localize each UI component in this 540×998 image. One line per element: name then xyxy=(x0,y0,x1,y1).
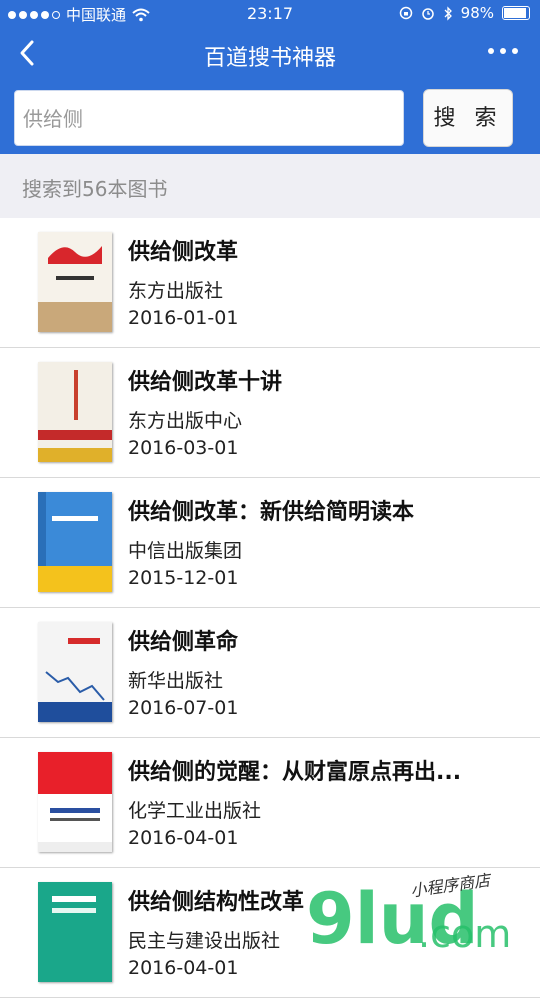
book-publisher: 新华出版社 xyxy=(128,670,224,692)
book-cover-image xyxy=(38,622,112,722)
book-cover-image xyxy=(38,882,112,982)
book-cover-image xyxy=(38,492,112,592)
book-publisher: 东方出版社 xyxy=(128,280,224,302)
book-date: 2016-07-01 xyxy=(128,697,239,719)
book-date: 2016-01-01 xyxy=(128,307,239,329)
book-title: 供给侧改革十讲 xyxy=(128,370,283,395)
book-date: 2016-04-01 xyxy=(128,957,239,979)
search-bar: 供给侧 搜 索 xyxy=(0,84,540,154)
orientation-lock-icon xyxy=(399,6,412,20)
book-title: 供给侧结构性改革 xyxy=(128,890,305,915)
result-count: 搜索到56本图书 xyxy=(22,177,168,201)
status-bar: 中国联通 23:17 98% xyxy=(0,0,540,28)
result-summary-bar: 搜索到56本图书 xyxy=(0,154,540,218)
search-input[interactable]: 供给侧 xyxy=(14,90,404,146)
book-publisher: 东方出版中心 xyxy=(128,410,243,432)
bluetooth-icon xyxy=(444,5,452,21)
book-title: 供给侧的觉醒：从财富原点再出... xyxy=(128,760,462,785)
list-item[interactable]: 供给侧改革 东方出版社 2016-01-01 xyxy=(0,218,540,348)
alarm-icon xyxy=(421,8,434,20)
book-date: 2016-03-01 xyxy=(128,437,239,459)
status-right: 98% xyxy=(399,4,530,22)
book-list: 供给侧改革 东方出版社 2016-01-01 供给侧改革十讲 东方出版中心 20… xyxy=(0,218,540,998)
list-item[interactable]: 供给侧革命 新华出版社 2016-07-01 xyxy=(0,608,540,738)
battery-icon xyxy=(502,6,530,20)
list-item[interactable]: 供给侧结构性改革 民主与建设出版社 2016-04-01 xyxy=(0,868,540,998)
book-publisher: 民主与建设出版社 xyxy=(128,930,281,952)
book-date: 2015-12-01 xyxy=(128,567,239,589)
book-date: 2016-04-01 xyxy=(128,827,239,849)
book-title: 供给侧改革：新供给简明读本 xyxy=(128,500,415,525)
list-item[interactable]: 供给侧改革：新供给简明读本 中信出版集团 2015-12-01 xyxy=(0,478,540,608)
book-cover-image xyxy=(38,752,112,852)
list-item[interactable]: 供给侧的觉醒：从财富原点再出... 化学工业出版社 2016-04-01 xyxy=(0,738,540,868)
search-button[interactable]: 搜 索 xyxy=(423,89,513,147)
book-publisher: 中信出版集团 xyxy=(128,540,243,562)
book-title: 供给侧改革 xyxy=(128,240,239,265)
book-cover-image xyxy=(38,362,112,462)
book-title: 供给侧革命 xyxy=(128,630,239,655)
book-cover-image xyxy=(38,232,112,332)
book-publisher: 化学工业出版社 xyxy=(128,800,262,822)
page-title: 百道搜书神器 xyxy=(203,46,336,71)
battery-percent: 98% xyxy=(460,4,494,22)
list-item[interactable]: 供给侧改革十讲 东方出版中心 2016-03-01 xyxy=(0,348,540,478)
more-icon[interactable] xyxy=(488,48,518,54)
nav-bar: 百道搜书神器 xyxy=(0,28,540,84)
